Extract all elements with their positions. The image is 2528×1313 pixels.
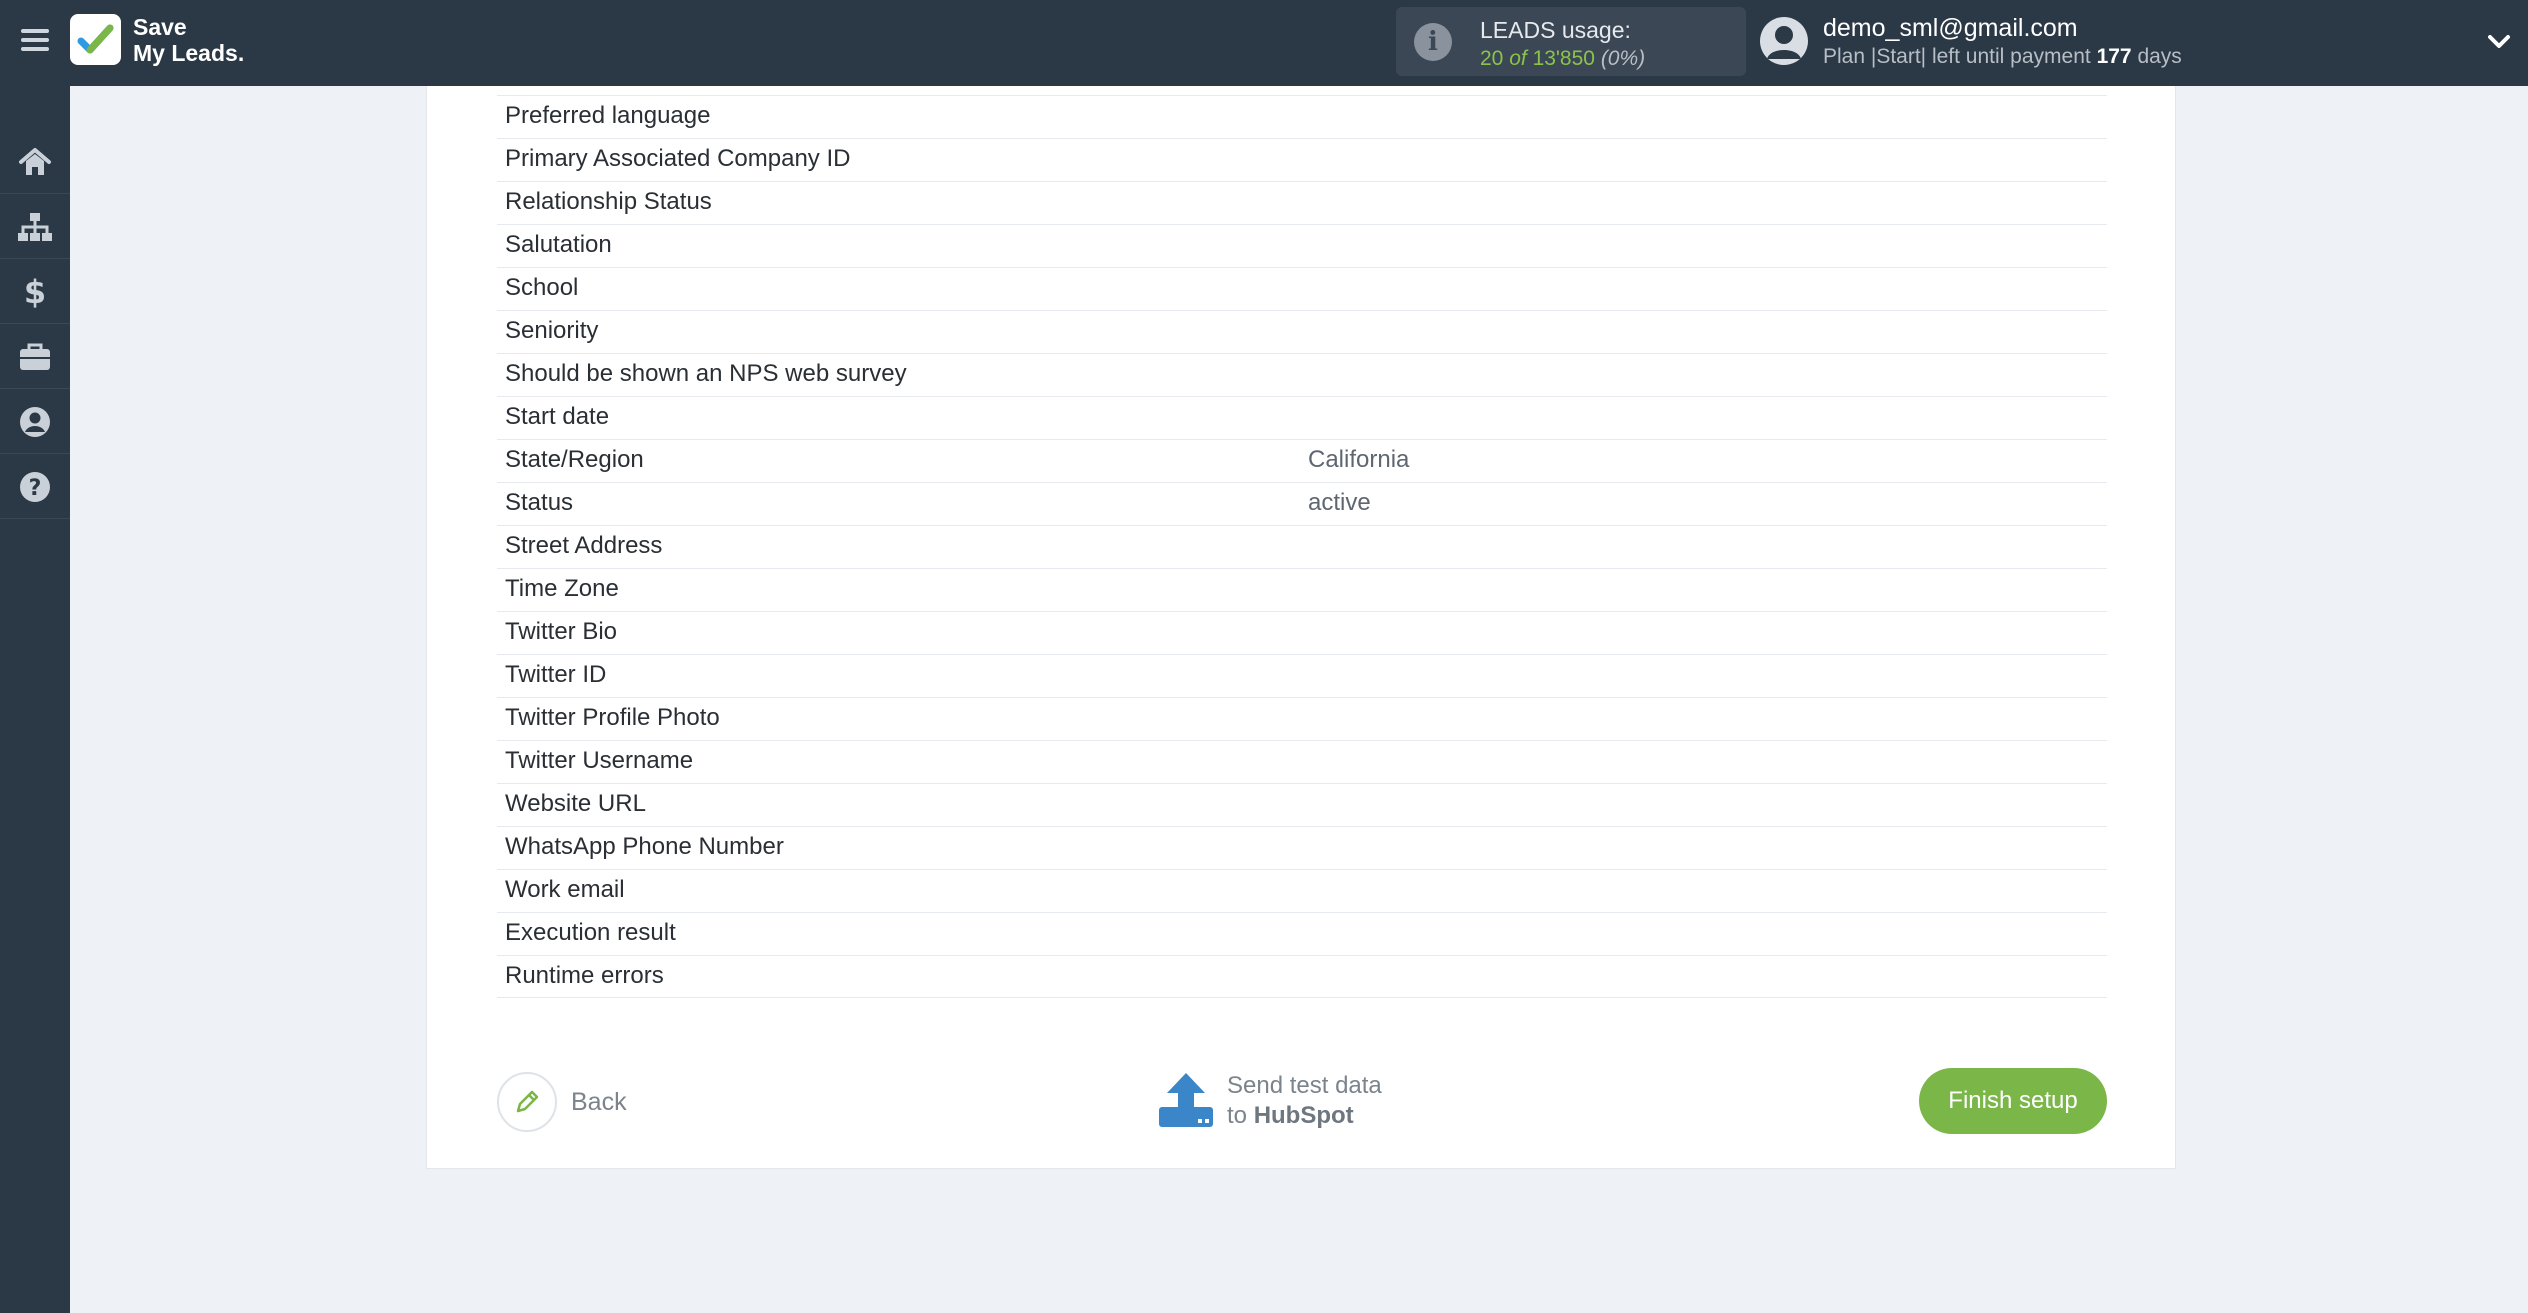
- logo-text[interactable]: Save My Leads.: [133, 14, 244, 66]
- avatar-icon[interactable]: [1760, 17, 1808, 65]
- field-value: California: [1308, 446, 1410, 473]
- field-name: State/Region: [505, 446, 644, 473]
- field-name: Start date: [505, 403, 610, 430]
- logo-line-1: Save: [133, 14, 187, 40]
- field-row: Street Address: [497, 525, 2107, 568]
- field-row: Work email: [497, 869, 2107, 912]
- field-mapping-card: Preferred language Primary Associated Com…: [426, 86, 2176, 1169]
- field-row: Twitter Profile Photo: [497, 697, 2107, 740]
- home-icon: [19, 147, 51, 175]
- field-row: Start date: [497, 396, 2107, 439]
- field-name: Status: [505, 489, 574, 516]
- send-test-data-label: Send test data to HubSpot: [1227, 1071, 1382, 1131]
- usage-total: 13'850: [1532, 47, 1595, 70]
- field-name: Street Address: [505, 532, 663, 559]
- plan-info: Plan |Start| left until payment 177 days: [1823, 45, 2182, 69]
- field-row: WhatsApp Phone Number: [497, 826, 2107, 869]
- field-row: Execution result: [497, 912, 2107, 955]
- svg-text:?: ?: [29, 476, 42, 501]
- field-list: Preferred language Primary Associated Com…: [497, 95, 2107, 998]
- field-row: Salutation: [497, 224, 2107, 267]
- sidebar-item-tools[interactable]: [0, 325, 70, 389]
- field-name: Website URL: [505, 790, 646, 817]
- send-line-1: Send test data: [1227, 1072, 1382, 1099]
- help-icon: ?: [20, 471, 50, 502]
- field-name: Twitter Bio: [505, 618, 618, 645]
- usage-value: 20 of 13'850 (0%): [1480, 47, 1645, 71]
- dollar-icon: $: [24, 274, 46, 310]
- field-name: Execution result: [505, 919, 676, 946]
- send-service: HubSpot: [1253, 1102, 1354, 1129]
- send-to: to: [1227, 1102, 1248, 1129]
- field-name: Runtime errors: [505, 962, 664, 989]
- upload-icon: [1159, 1073, 1213, 1127]
- back-button[interactable]: Back: [497, 1072, 627, 1132]
- sidebar-item-help[interactable]: ?: [0, 455, 70, 519]
- field-name: Should be shown an NPS web survey: [505, 360, 907, 387]
- plan-prefix: Plan |Start| left until payment: [1823, 45, 2091, 68]
- usage-title: LEADS usage:: [1480, 17, 1631, 43]
- top-bar: Save My Leads. i LEADS usage: 20 of 13'8…: [0, 0, 2528, 86]
- briefcase-icon: [20, 343, 50, 370]
- field-name: Twitter Profile Photo: [505, 704, 720, 731]
- field-name: Work email: [505, 876, 625, 903]
- back-label: Back: [571, 1087, 627, 1116]
- usage-used: 20: [1480, 47, 1504, 70]
- chevron-down-icon[interactable]: [2484, 26, 2514, 56]
- field-row: Relationship Status: [497, 181, 2107, 224]
- field-row: Status active: [497, 482, 2107, 525]
- plan-days: 177: [2096, 45, 2132, 68]
- field-name: Twitter Username: [505, 747, 694, 774]
- field-row: Website URL: [497, 783, 2107, 826]
- sidebar-item-connections[interactable]: [0, 195, 70, 259]
- hamburger-menu-icon[interactable]: [18, 24, 52, 58]
- field-row: Twitter ID: [497, 654, 2107, 697]
- svg-text:$: $: [24, 274, 46, 310]
- field-name: Preferred language: [505, 102, 711, 129]
- pencil-icon: [497, 1072, 557, 1132]
- usage-percent: (0%): [1600, 47, 1646, 70]
- logo-line-2: My Leads.: [133, 40, 245, 66]
- user-email[interactable]: demo_sml@gmail.com: [1823, 14, 2078, 43]
- field-row: Seniority: [497, 310, 2107, 353]
- field-name: Relationship Status: [505, 188, 712, 215]
- sitemap-icon: [18, 212, 52, 241]
- field-row: Should be shown an NPS web survey: [497, 353, 2107, 396]
- field-name: Twitter ID: [505, 661, 607, 688]
- field-name: Seniority: [505, 317, 599, 344]
- sidebar: $ ?: [0, 86, 70, 1313]
- field-name: Salutation: [505, 231, 612, 258]
- field-name: Primary Associated Company ID: [505, 145, 851, 172]
- finish-setup-button[interactable]: Finish setup: [1919, 1068, 2107, 1134]
- field-row: Primary Associated Company ID: [497, 138, 2107, 181]
- field-row: Twitter Username: [497, 740, 2107, 783]
- field-row: State/Region California: [497, 439, 2107, 482]
- field-row: Preferred language: [497, 95, 2107, 138]
- plan-suffix: days: [2137, 45, 2182, 68]
- sidebar-item-home[interactable]: [0, 130, 70, 194]
- sidebar-item-account[interactable]: [0, 390, 70, 454]
- field-name: Time Zone: [505, 575, 619, 602]
- usage-of: of: [1509, 47, 1527, 70]
- field-row: Twitter Bio: [497, 611, 2107, 654]
- field-row: Time Zone: [497, 568, 2107, 611]
- user-circle-icon: [20, 406, 50, 437]
- field-row: School: [497, 267, 2107, 310]
- info-icon: i: [1414, 23, 1452, 61]
- field-row: Runtime errors: [497, 955, 2107, 998]
- sidebar-item-billing[interactable]: $: [0, 260, 70, 324]
- send-line-2: to HubSpot: [1227, 1101, 1382, 1131]
- field-value: active: [1308, 489, 1371, 516]
- field-name: WhatsApp Phone Number: [505, 833, 784, 860]
- send-test-data-button[interactable]: Send test data to HubSpot: [1157, 1066, 1382, 1136]
- logo-icon[interactable]: [70, 14, 121, 65]
- field-name: School: [505, 274, 579, 301]
- leads-usage-panel: i LEADS usage: 20 of 13'850 (0%): [1396, 7, 1746, 76]
